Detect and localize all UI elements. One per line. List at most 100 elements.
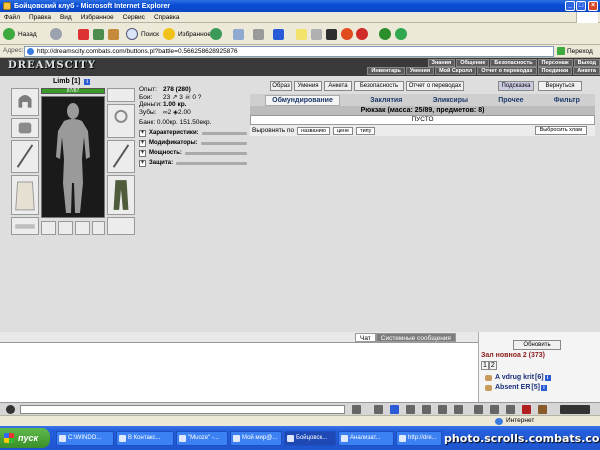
menu-tools[interactable]: Сервис [123, 14, 145, 21]
info-icon[interactable]: i [84, 79, 91, 85]
nav-profile[interactable]: Анкета [573, 67, 600, 75]
taskbar-item[interactable]: http://dre... [396, 431, 442, 446]
chat-mode-icon[interactable] [6, 405, 15, 414]
hint-button[interactable]: Подсказка [498, 81, 534, 91]
tool-button-1[interactable] [311, 27, 322, 41]
chat-input[interactable] [20, 405, 345, 414]
tool-button-4[interactable] [356, 27, 371, 41]
tab-equipment[interactable]: Обмундирование [265, 94, 340, 106]
item-icon[interactable] [538, 405, 547, 414]
info-icon[interactable]: i [544, 374, 551, 381]
fight-icon[interactable] [422, 405, 431, 414]
refresh-button[interactable] [93, 27, 104, 41]
belt-slot[interactable] [11, 217, 39, 235]
edit-button[interactable] [273, 27, 284, 41]
tab-spells[interactable]: Заклятия [370, 97, 402, 104]
send-icon[interactable] [352, 405, 361, 414]
tab-filter[interactable]: Фильтр [554, 97, 580, 104]
boots-slot[interactable] [107, 217, 135, 235]
taskbar-item[interactable]: В Контакс... [116, 431, 174, 446]
menu-view[interactable]: Вид [60, 14, 72, 21]
nav-inventory[interactable]: Инвентарь [367, 67, 405, 75]
menu-favorites[interactable]: Избранное [81, 14, 114, 21]
stop-button[interactable] [78, 27, 89, 41]
section-characteristics[interactable]: + Характеристики: [139, 129, 247, 137]
sound-icon[interactable] [438, 405, 447, 414]
ring-slots[interactable] [107, 88, 135, 102]
section-defense[interactable]: + Защита: [139, 159, 247, 167]
translit-icon[interactable] [406, 405, 415, 414]
taskbar-item[interactable]: Бойцовск... [284, 431, 336, 446]
menu-edit[interactable]: Правка [29, 14, 51, 21]
forward-button[interactable] [50, 27, 65, 41]
nav-skills[interactable]: Умения [405, 67, 435, 75]
gloves-slot[interactable] [41, 221, 56, 235]
page-2-link[interactable]: 2 [488, 361, 497, 370]
tool-button-5[interactable] [379, 27, 394, 41]
chat-log[interactable] [0, 342, 478, 402]
item-slot-2[interactable] [75, 221, 90, 235]
section-modifiers[interactable]: + Модификаторы: [139, 139, 247, 147]
necklace-slot[interactable] [107, 104, 135, 138]
tab-other[interactable]: Прочее [498, 97, 523, 104]
section-power[interactable]: + Мощность: [139, 149, 247, 157]
tool-button-3[interactable] [341, 27, 356, 41]
back-button[interactable]: Назад [3, 27, 37, 41]
clear-icon[interactable] [374, 405, 383, 414]
home-button[interactable] [108, 27, 119, 41]
print-button[interactable] [253, 27, 264, 41]
return-button[interactable]: Вернуться [538, 81, 582, 91]
sort-by-price-button[interactable]: цене [332, 126, 354, 135]
drop-junk-button[interactable]: Выбросить хлам [534, 126, 587, 135]
mail-button[interactable] [233, 27, 244, 41]
start-button[interactable]: пуск [0, 428, 50, 448]
image-button[interactable]: Образ [270, 81, 292, 91]
tab-elixirs[interactable]: Эликсиры [433, 97, 468, 104]
player-icon[interactable] [506, 405, 515, 414]
nav-character[interactable]: Персонаж [537, 59, 573, 67]
notes-button[interactable] [296, 27, 307, 41]
favorites-button[interactable]: Избранное [163, 27, 211, 41]
taskbar-item[interactable]: C:\WINDO... [56, 431, 114, 446]
filter-icon[interactable] [390, 405, 399, 414]
media-button[interactable] [210, 27, 225, 41]
nav-battles[interactable]: Поединки [537, 67, 573, 75]
mail-icon[interactable] [490, 405, 499, 414]
taskbar-item[interactable]: "Muoze" -... [176, 431, 228, 446]
armor-slot[interactable] [11, 175, 39, 215]
gift-icon[interactable] [474, 405, 483, 414]
tab-system-messages[interactable]: Системные сообщения [375, 333, 456, 342]
nav-my-scroll[interactable]: Мой Скролл [435, 67, 477, 75]
nav-social[interactable]: Общение [456, 59, 490, 67]
taskbar-item[interactable]: Мой мир@... [230, 431, 282, 446]
refresh-players-button[interactable]: Обновить [513, 340, 561, 350]
search-button[interactable]: Поиск [126, 27, 159, 41]
tool-button-2[interactable] [326, 27, 337, 41]
nav-knowledge[interactable]: Знания [427, 59, 456, 67]
nav-exit[interactable]: Выход [573, 59, 600, 67]
go-button[interactable]: Переход [557, 47, 593, 55]
security-button[interactable]: Безопасность [354, 81, 404, 91]
maximize-button[interactable]: □ [576, 1, 586, 11]
page-1-link[interactable]: 1 [481, 361, 489, 370]
menu-file[interactable]: Файл [4, 14, 20, 21]
profile-button[interactable]: Анкета [324, 81, 352, 91]
sort-by-name-button[interactable]: названию [297, 126, 330, 135]
weapon-left-slot[interactable] [11, 140, 39, 173]
player-item[interactable]: A vdrug krit [6] i [485, 374, 551, 381]
address-input[interactable]: http://dreamscity.combats.com/buttons.pl… [24, 46, 554, 57]
weapon-right-slot[interactable] [107, 140, 135, 173]
pants-slot[interactable] [107, 175, 135, 215]
tab-chat[interactable]: Чат [355, 333, 376, 342]
player-item[interactable]: Absent ER [5] i [485, 384, 547, 391]
menu-help[interactable]: Справка [154, 14, 180, 21]
item-slot-1[interactable] [58, 221, 73, 235]
tool-button-6[interactable] [395, 27, 410, 41]
info-icon[interactable]: i [540, 384, 547, 391]
nav-transfer-report[interactable]: Отчет о переводах [477, 67, 537, 75]
transfer-report-button[interactable]: Отчет о переводах [406, 81, 464, 91]
taskbar-item[interactable]: Анализат... [338, 431, 394, 446]
close-button[interactable]: × [588, 1, 598, 11]
item-slot-3[interactable] [92, 221, 105, 235]
nav-security[interactable]: Безопасность [490, 59, 537, 67]
